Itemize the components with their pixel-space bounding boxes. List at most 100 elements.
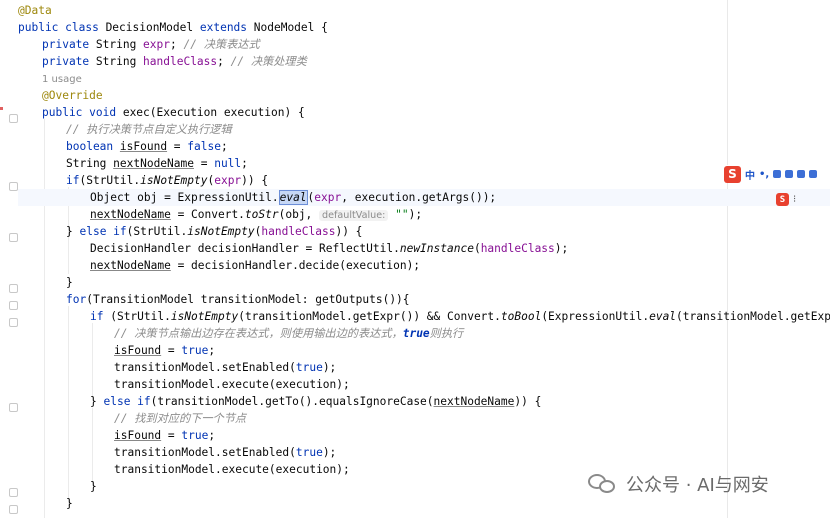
editor-gutter xyxy=(0,0,18,518)
code-line: nextNodeName = Convert.toStr(obj, defaul… xyxy=(90,206,422,223)
class-name: DecisionModel xyxy=(98,21,200,34)
code-text: transitionModel.setEnabled( xyxy=(114,446,296,459)
static-method: isNotEmpty xyxy=(170,310,239,323)
code-text: )) { xyxy=(241,174,269,187)
keyword: true xyxy=(295,361,323,374)
code-text: ; xyxy=(241,157,248,170)
code-text: (TransitionModel transitionModel: getOut… xyxy=(86,293,410,306)
variable: isFound xyxy=(114,344,162,357)
static-method: toBool xyxy=(500,310,542,323)
fold-icon[interactable] xyxy=(9,284,18,293)
fold-icon[interactable] xyxy=(9,318,18,327)
fold-icon[interactable] xyxy=(9,505,18,514)
code-line: transitionModel.execute(execution); xyxy=(114,376,350,393)
code-text: ); xyxy=(554,242,569,255)
code-line: boolean isFound = false; xyxy=(66,138,228,155)
selected-text[interactable]: eval xyxy=(278,190,308,205)
code-line: public void exec(Execution execution) { xyxy=(42,104,305,121)
code-text: (ExpressionUtil. xyxy=(541,310,650,323)
code-line: transitionModel.setEnabled(true); xyxy=(114,444,336,461)
watermark: 公众号 · AI与网安 xyxy=(588,471,769,497)
code-text: (transitionModel.getExpr()) && Convert. xyxy=(238,310,501,323)
fold-icon[interactable] xyxy=(9,114,18,123)
code-line: if (StrUtil.isNotEmpty(transitionModel.g… xyxy=(90,308,830,325)
sogou-ime-icon[interactable]: S xyxy=(724,165,741,183)
field-name: handleClass xyxy=(261,225,336,238)
static-method: eval xyxy=(649,310,677,323)
fold-icon[interactable] xyxy=(9,403,18,412)
keyword: true xyxy=(181,344,209,357)
code-line: } xyxy=(66,495,73,512)
code-line: transitionModel.execute(execution); xyxy=(114,461,350,478)
comment: // 执行决策节点自定义执行逻辑 xyxy=(66,123,232,136)
mic-icon[interactable] xyxy=(773,170,782,178)
code-text: (StrUtil. xyxy=(79,174,141,187)
static-method: isNotEmpty xyxy=(140,174,208,187)
code-text: = xyxy=(167,140,188,153)
punctuation-icon[interactable]: •, xyxy=(759,169,769,180)
variable: isFound xyxy=(119,140,168,153)
field-name: expr xyxy=(143,38,170,51)
code-text: ; xyxy=(220,140,228,153)
fold-icon[interactable] xyxy=(9,488,18,497)
code-text: DecisionHandler decisionHandler = Reflec… xyxy=(90,242,400,255)
variable: nextNodeName xyxy=(90,259,171,272)
code-line: // 决策节点输出边存在表达式，则使用输出边的表达式，true则执行 xyxy=(114,325,463,342)
ime-mode-label[interactable]: 中 xyxy=(745,167,755,182)
code-text: NodeModel { xyxy=(247,21,328,34)
code-line: 1 usage xyxy=(42,70,82,87)
comment: 则执行 xyxy=(429,327,464,340)
code-text: ( xyxy=(473,242,481,255)
more-icon[interactable]: ⁝ xyxy=(793,194,796,205)
code-line: @Override xyxy=(42,87,103,104)
code-line: isFound = true; xyxy=(114,342,215,359)
keyword: true xyxy=(295,446,323,459)
code-line: private String handleClass; // 决策处理类 xyxy=(42,53,307,70)
field-name: handleClass xyxy=(143,55,218,68)
ime-mini-toolbar[interactable]: S ⁝ xyxy=(776,193,796,206)
comment: // 决策节点输出边存在表达式，则使用输出边的表达式， xyxy=(114,327,403,340)
code-editor[interactable]: @Data public class DecisionModel extends… xyxy=(18,0,830,518)
code-text: } xyxy=(66,497,73,510)
parameter-hint: defaultValue: xyxy=(319,210,389,221)
code-line: } else if(transitionModel.getTo().equals… xyxy=(90,393,541,410)
keyword: private xyxy=(42,55,90,68)
toolbox-icon[interactable] xyxy=(809,170,818,178)
wechat-icon xyxy=(588,472,618,496)
fold-icon[interactable] xyxy=(9,233,18,242)
sogou-ime-icon[interactable]: S xyxy=(776,193,789,206)
fold-icon[interactable] xyxy=(9,301,18,310)
code-line-current: Object obj = ExpressionUtil.eval(expr, e… xyxy=(18,189,830,206)
code-text: ; xyxy=(208,344,216,357)
keyword: private xyxy=(42,38,90,51)
code-line: } xyxy=(66,274,73,291)
indent-guide xyxy=(68,306,69,506)
code-line: @Data xyxy=(18,2,52,19)
static-method: newInstance xyxy=(399,242,474,255)
usage-hint[interactable]: 1 usage xyxy=(42,74,82,85)
static-method: isNotEmpty xyxy=(187,225,255,238)
skin-icon[interactable] xyxy=(797,170,806,178)
code-line: private String expr; // 决策表达式 xyxy=(42,36,260,53)
code-text: exec(Execution execution) { xyxy=(116,106,305,119)
code-line: public class DecisionModel extends NodeM… xyxy=(18,19,328,36)
code-text: ; xyxy=(208,429,216,442)
code-text: } xyxy=(66,225,80,238)
keyword: true xyxy=(181,429,209,442)
indent-guide xyxy=(44,119,45,518)
keyword: for xyxy=(66,293,87,306)
indent-guide xyxy=(92,408,93,486)
field-name: expr xyxy=(214,174,242,187)
variable: nextNodeName xyxy=(433,395,515,408)
code-text: String xyxy=(89,38,144,51)
code-text: = decisionHandler.decide(execution); xyxy=(170,259,421,272)
code-text: = Convert. xyxy=(170,208,245,221)
ime-toolbar[interactable]: S 中 •, xyxy=(724,165,830,183)
keyword: null xyxy=(214,157,242,170)
keyboard-icon[interactable] xyxy=(785,170,794,178)
fold-icon[interactable] xyxy=(9,182,18,191)
code-line: // 执行决策节点自定义执行逻辑 xyxy=(66,121,232,138)
field-name: handleClass xyxy=(480,242,555,255)
keyword: public class xyxy=(18,21,99,34)
